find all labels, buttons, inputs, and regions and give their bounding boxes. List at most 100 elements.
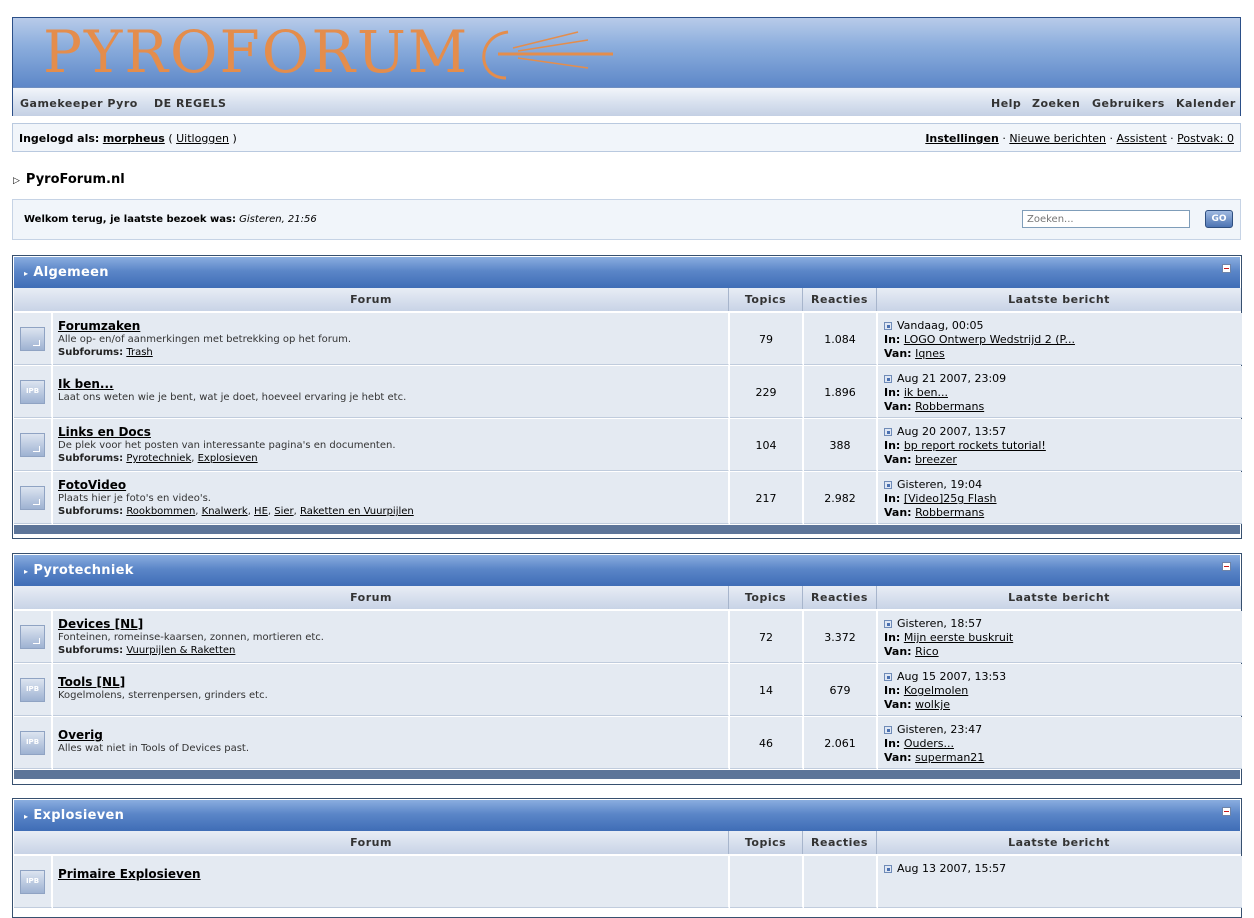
- forum-description: De plek voor het posten van interessante…: [58, 440, 396, 451]
- category-title[interactable]: ▸ Explosieven: [24, 808, 124, 823]
- last-post-author-link[interactable]: breezer: [915, 453, 957, 466]
- nav-gamekeeper-pyro[interactable]: Gamekeeper Pyro: [20, 97, 138, 110]
- forum-row: Devices [NL] Fonteinen, romeinse-kaarsen,…: [14, 611, 1242, 664]
- last-post-topic-link[interactable]: Mijn eerste buskruit: [904, 631, 1013, 644]
- last-post-author-link[interactable]: Robbermans: [915, 506, 984, 519]
- last-post-author: Van: superman21: [884, 751, 984, 764]
- subforums-label: Subforums:: [58, 347, 124, 358]
- forum-icon-cell: IPB: [14, 664, 52, 716]
- nav-zoeken[interactable]: Zoeken: [1032, 97, 1080, 110]
- forum-title-link[interactable]: Overig: [58, 728, 103, 742]
- category-title[interactable]: ▸ Pyrotechniek: [24, 563, 134, 578]
- category-header: ▸ Explosieven: [14, 800, 1240, 831]
- collapse-icon[interactable]: [1222, 562, 1231, 571]
- logo-swoosh-icon: [482, 30, 613, 80]
- last-post-topic-link[interactable]: Ouders...: [904, 737, 954, 750]
- reactions-count: 1.084: [824, 333, 856, 346]
- forum-title-link[interactable]: Forumzaken: [58, 319, 140, 333]
- topics-count: 46: [759, 737, 773, 750]
- last-post-icon[interactable]: [884, 428, 892, 436]
- last-post-topic: In: ik ben...: [884, 386, 948, 399]
- reactions-count: 1.896: [824, 386, 856, 399]
- subforum-link[interactable]: HE: [254, 506, 268, 517]
- last-post-icon[interactable]: [884, 322, 892, 330]
- last-post-icon[interactable]: [884, 726, 892, 734]
- nav-kalender[interactable]: Kalender: [1176, 97, 1236, 110]
- last-post-author-link[interactable]: superman21: [915, 751, 984, 764]
- collapse-icon[interactable]: [1222, 264, 1231, 273]
- reactions-count: 388: [829, 439, 851, 452]
- breadcrumb-home[interactable]: PyroForum.nl: [26, 172, 125, 187]
- subforum-link[interactable]: Pyrotechniek: [126, 453, 191, 464]
- last-post-author-link[interactable]: Rico: [915, 645, 938, 658]
- forum-read-icon: IPB: [20, 380, 45, 404]
- forum-title-link[interactable]: Devices [NL]: [58, 617, 143, 631]
- subforum-link[interactable]: Sier: [274, 506, 293, 517]
- search-go-button[interactable]: GO: [1205, 210, 1233, 228]
- user-bar: Ingelogd als: morpheus ( Uitloggen ) Ins…: [12, 123, 1241, 152]
- logged-in-label: Ingelogd als:: [19, 132, 100, 145]
- topics-cell: 229: [730, 366, 803, 418]
- reactions-cell: 679: [804, 664, 877, 716]
- nav-de-regels[interactable]: DE REGELS: [154, 97, 226, 110]
- last-post-icon[interactable]: [884, 481, 892, 489]
- forum-header: PYROFORUM Gamekeeper Pyro DE REGELS Help…: [12, 17, 1241, 116]
- subforum-link[interactable]: Vuurpijlen & Raketten: [126, 645, 235, 656]
- collapse-icon[interactable]: [1222, 807, 1231, 816]
- category-header: ▸ Algemeen: [14, 257, 1240, 288]
- settings-link[interactable]: Instellingen: [925, 132, 999, 145]
- subforum-link[interactable]: Explosieven: [198, 453, 258, 464]
- last-post-author-link[interactable]: Robbermans: [915, 400, 984, 413]
- forum-title-link[interactable]: FotoVideo: [58, 478, 126, 492]
- logo-text: PYROFORUM: [43, 18, 470, 86]
- last-post-author-link[interactable]: Iqnes: [915, 347, 945, 360]
- logout-link[interactable]: Uitloggen: [176, 132, 229, 145]
- last-post-author: Van: Robbermans: [884, 400, 984, 413]
- subforum-link[interactable]: Trash: [126, 347, 152, 358]
- last-post-cell: Gisteren, 23:47 In: Ouders... Van: superma…: [878, 717, 1242, 769]
- last-post-icon[interactable]: [884, 375, 892, 383]
- category-title[interactable]: ▸ Algemeen: [24, 265, 109, 280]
- welcome-bar: Welkom terug, je laatste bezoek was: Gis…: [12, 199, 1241, 240]
- forum-title-link[interactable]: Tools [NL]: [58, 675, 125, 689]
- last-post-topic-link[interactable]: Kogelmolen: [904, 684, 968, 697]
- topics-cell: 79: [730, 313, 803, 365]
- forum-title-link[interactable]: Ik ben...: [58, 377, 114, 391]
- subforum-link[interactable]: Rookbommen: [126, 506, 195, 517]
- last-post-icon[interactable]: [884, 865, 892, 873]
- last-post-topic-link[interactable]: ik ben...: [904, 386, 948, 399]
- nav-gebruikers[interactable]: Gebruikers: [1092, 97, 1165, 110]
- column-header-forum: Forum: [14, 288, 729, 311]
- last-post-topic-link[interactable]: LOGO Ontwerp Wedstrijd 2 (P...: [904, 333, 1075, 346]
- last-post-icon[interactable]: [884, 620, 892, 628]
- subforum-link[interactable]: Knalwerk: [202, 506, 248, 517]
- last-post-date: Aug 20 2007, 13:57: [884, 425, 1006, 438]
- nav-bar: Gamekeeper Pyro DE REGELS Help Zoeken Ge…: [13, 87, 1240, 116]
- category-explosieven: ▸ Explosieven Forum Topics Reacties Laatste b…: [12, 798, 1242, 918]
- last-post-cell: Gisteren, 18:57 In: Mijn eerste buskruit V…: [878, 611, 1242, 663]
- forum-title-link[interactable]: Links en Docs: [58, 425, 151, 439]
- last-post-topic-link[interactable]: bp report rockets tutorial!: [904, 439, 1046, 452]
- subforums: Subforums: Pyrotechniek, Explosieven: [58, 453, 258, 464]
- forum-description: Plaats hier je foto's en video's.: [58, 493, 211, 504]
- forum-info-cell: Tools [NL] Kogelmolens, sterrenpersen, gr…: [53, 664, 729, 716]
- subforum-link[interactable]: Raketten en Vuurpijlen: [300, 506, 414, 517]
- nav-help[interactable]: Help: [991, 97, 1021, 110]
- last-post-icon[interactable]: [884, 673, 892, 681]
- forum-title-link[interactable]: Primaire Explosieven: [58, 867, 201, 881]
- topics-count: 104: [755, 439, 777, 452]
- last-post-topic-link[interactable]: [Video]25g Flash: [904, 492, 997, 505]
- topics-cell: 217: [730, 472, 803, 524]
- assistant-link[interactable]: Assistent: [1117, 132, 1167, 145]
- forum-icon-cell: [14, 419, 52, 471]
- username-link[interactable]: morpheus: [103, 132, 165, 145]
- last-post-date-text: Aug 13 2007, 15:57: [897, 862, 1007, 875]
- new-posts-link[interactable]: Nieuwe berichten: [1009, 132, 1106, 145]
- inbox-link[interactable]: Postvak: 0: [1177, 132, 1234, 145]
- forum-info-cell: Ik ben... Laat ons weten wie je bent, wat…: [53, 366, 729, 418]
- search-input[interactable]: [1022, 210, 1190, 228]
- logo-banner[interactable]: PYROFORUM: [13, 18, 1240, 87]
- last-post-cell: Aug 21 2007, 23:09 In: ik ben... Van: Robb…: [878, 366, 1242, 418]
- category-arrow-icon: ▸: [24, 269, 29, 278]
- last-post-author-link[interactable]: wolkje: [915, 698, 950, 711]
